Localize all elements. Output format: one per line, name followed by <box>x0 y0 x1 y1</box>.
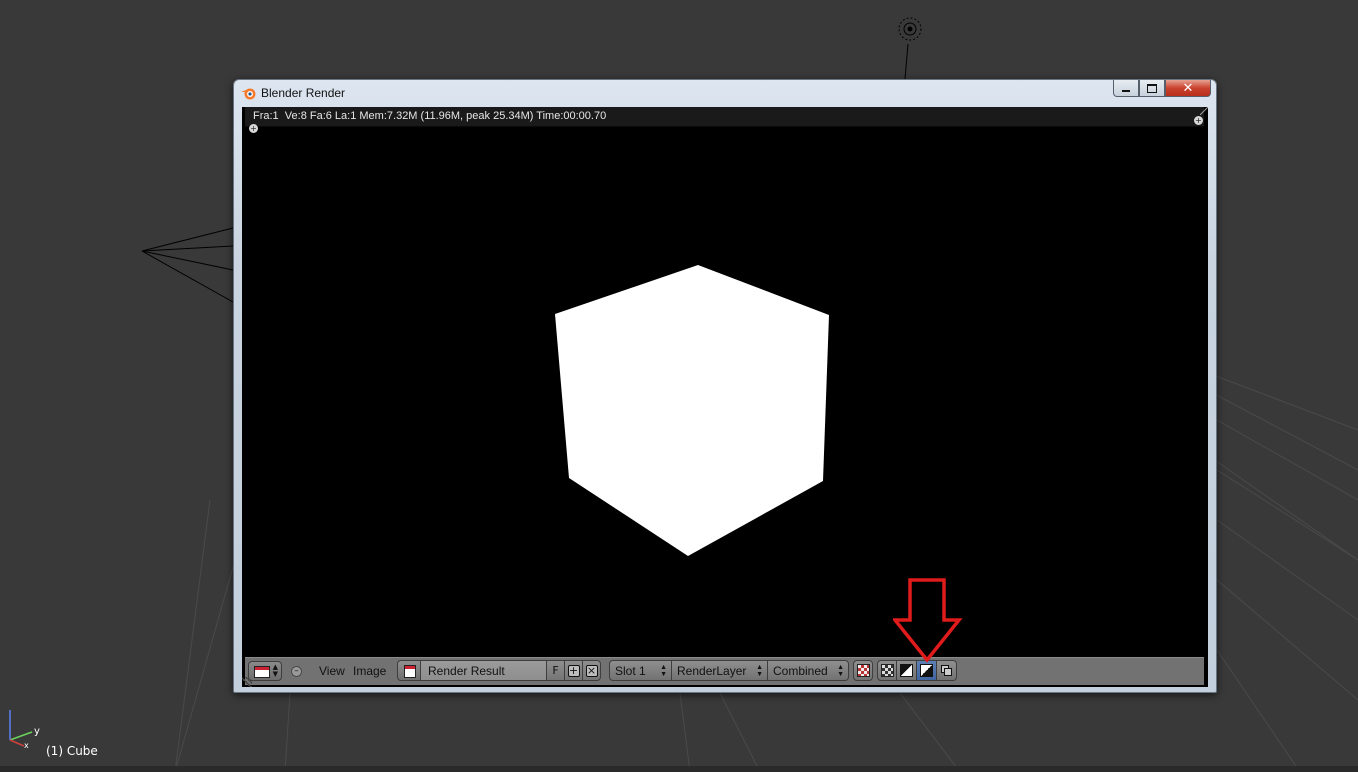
z-buffer-icon <box>920 664 933 677</box>
render-info-header: Fra:1 Ve:8 Fa:6 La:1 Mem:7.32M (11.96M, … <box>245 107 1204 127</box>
window-controls: ✕ <box>1113 80 1211 97</box>
lamp-icon[interactable] <box>897 16 923 42</box>
close-icon: ✕ <box>1182 80 1194 96</box>
axis-x-label: x <box>24 741 29 750</box>
image-editor-header: ▲ ▼ – View Image Render Result F + × Slot… <box>245 657 1204 685</box>
slot-dropdown[interactable]: Slot 1 ▲ ▼ <box>609 660 672 681</box>
render-client-area: Fra:1 Ve:8 Fa:6 La:1 Mem:7.32M (11.96M, … <box>242 107 1208 687</box>
minimize-icon <box>1122 89 1130 92</box>
render-layer-dropdown[interactable]: RenderLayer ▲ ▼ <box>672 660 768 681</box>
color-alpha-icon <box>856 664 870 677</box>
x-icon: × <box>585 663 598 677</box>
alpha-icon <box>900 664 913 677</box>
plus-icon: + <box>567 663 580 677</box>
fake-user-button[interactable]: F <box>547 660 565 681</box>
rendered-cube <box>555 265 829 556</box>
window-titlebar[interactable]: Blender Render ✕ <box>234 80 1216 106</box>
image-icon <box>404 665 416 678</box>
axes-gizmo-icon: y x <box>9 710 40 750</box>
render-stats: Fra:1 Ve:8 Fa:6 La:1 Mem:7.32M (11.96M, … <box>253 110 607 122</box>
render-pass-dropdown[interactable]: Combined ▲ ▼ <box>768 660 849 681</box>
browse-image-button[interactable] <box>397 660 421 681</box>
image-name-field[interactable]: Render Result <box>421 660 547 681</box>
color-icon <box>880 664 894 677</box>
render-window: Blender Render ✕ Fra:1 Ve:8 Fa:6 La:1 Me… <box>233 79 1217 693</box>
area-resize-grip-top-right[interactable] <box>1200 107 1208 115</box>
editor-type-selector[interactable]: ▲ ▼ <box>248 661 282 681</box>
maximize-button[interactable] <box>1139 80 1165 97</box>
render-pass-value: Combined <box>773 664 828 678</box>
close-button[interactable]: ✕ <box>1165 80 1211 97</box>
menu-image[interactable]: Image <box>353 664 386 678</box>
dropdown-arrows-icon: ▲ ▼ <box>272 663 278 678</box>
dropdown-arrows-icon: ▲ ▼ <box>837 664 844 678</box>
display-color-alpha-button[interactable] <box>853 660 873 681</box>
axis-y-label: y <box>34 726 40 737</box>
maximize-icon <box>1147 83 1157 93</box>
render-result-canvas[interactable]: + <box>245 124 1204 657</box>
annotation-arrow-icon <box>893 578 963 663</box>
channels-icon <box>941 665 952 676</box>
active-object-label: (1) Cube <box>46 744 98 758</box>
menu-view[interactable]: View <box>319 664 345 678</box>
slot-value: Slot 1 <box>615 664 646 678</box>
bottom-timeline-strip <box>0 766 1358 772</box>
area-resize-grip-bottom-left[interactable] <box>242 677 252 687</box>
blender-icon <box>241 88 256 100</box>
unlink-image-button[interactable]: × <box>583 660 601 681</box>
collapse-menus-icon[interactable]: – <box>291 666 302 677</box>
region-expand-icon[interactable]: + <box>1194 116 1203 125</box>
dropdown-arrows-icon: ▲ ▼ <box>756 664 763 678</box>
dropdown-arrows-icon: ▲ ▼ <box>660 664 667 678</box>
render-layer-value: RenderLayer <box>677 664 747 678</box>
new-image-button[interactable]: + <box>565 660 583 681</box>
image-editor-icon <box>254 666 270 678</box>
window-title: Blender Render <box>261 86 346 100</box>
minimize-button[interactable] <box>1113 80 1139 97</box>
